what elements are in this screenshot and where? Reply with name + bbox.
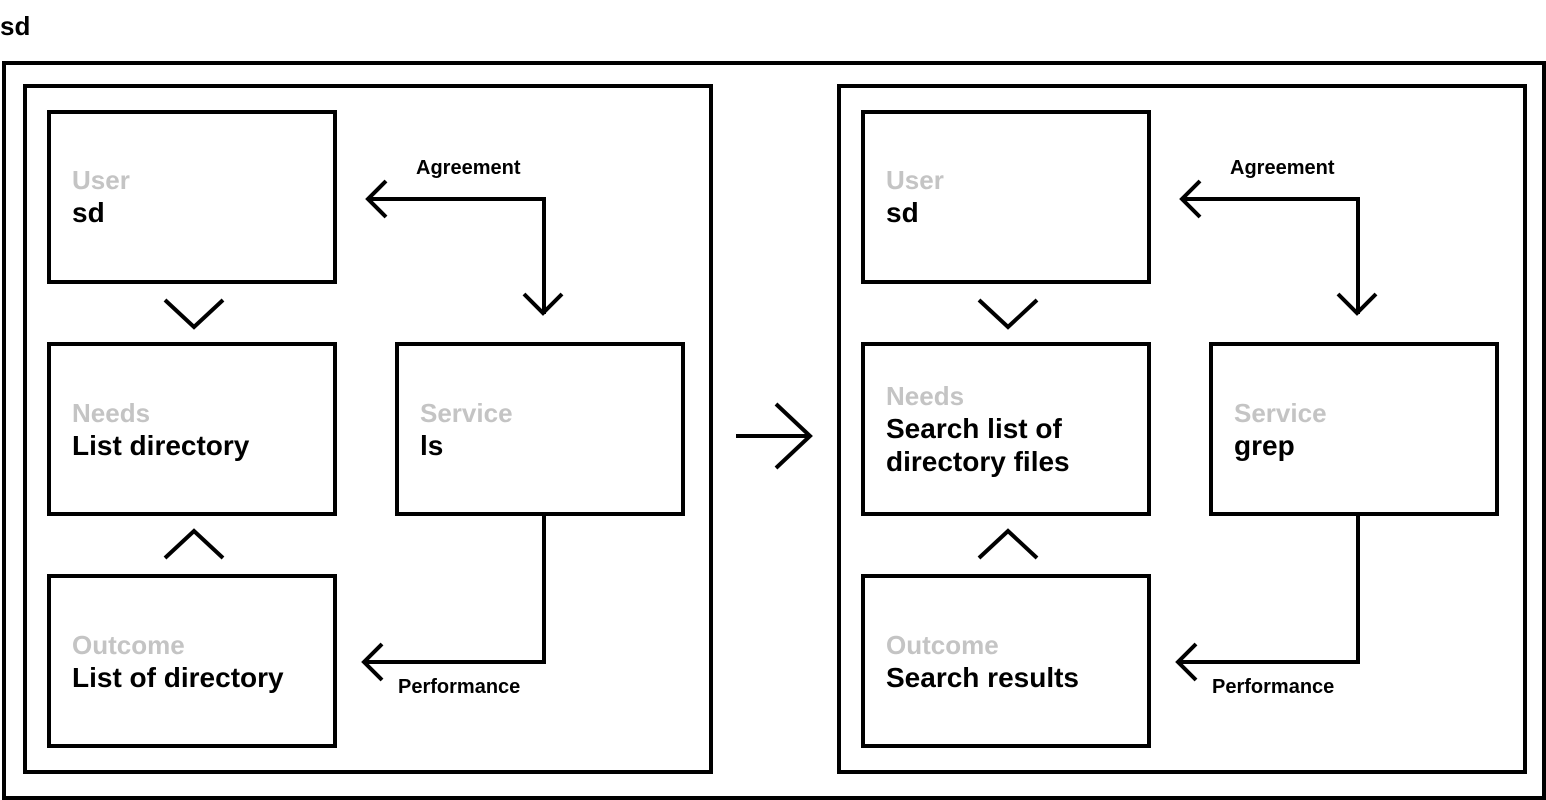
- performance-connector: [1177, 515, 1360, 664]
- outcome-value: List of directory: [72, 661, 284, 693]
- agreement-connector: [1181, 197, 1360, 314]
- service-node: Service ls: [395, 342, 685, 516]
- service-node: Service grep: [1209, 342, 1499, 516]
- panel-right: User sd Needs Search list of directory f…: [837, 84, 1527, 774]
- page-title: sd: [0, 11, 31, 41]
- user-node: User sd: [861, 110, 1151, 284]
- outcome-label: Outcome: [886, 629, 999, 660]
- needs-node: Needs Search list of directory files: [861, 342, 1151, 516]
- service-label: Service: [420, 397, 513, 428]
- needs-value: List directory: [72, 429, 250, 461]
- service-value: ls: [420, 429, 444, 461]
- outcome-label: Outcome: [72, 629, 185, 660]
- needs-label: Needs: [886, 381, 965, 411]
- needs-value: Search list of directory files: [886, 413, 1070, 477]
- user-label: User: [886, 165, 944, 195]
- agreement-label: Agreement: [416, 157, 521, 179]
- right-arrow-icon: [736, 402, 813, 470]
- needs-label: Needs: [72, 397, 151, 428]
- outcome-node: Outcome List of directory: [47, 574, 337, 748]
- agreement-label: Agreement: [1230, 157, 1335, 179]
- agreement-connector: [367, 197, 546, 314]
- user-value: sd: [72, 197, 105, 228]
- service-value: grep: [1234, 429, 1295, 461]
- user-label: User: [72, 165, 130, 195]
- panel-left: User sd Needs List directory Service ls …: [23, 84, 713, 774]
- needs-node: Needs List directory: [47, 342, 337, 516]
- user-node: User sd: [47, 110, 337, 284]
- outcome-to-needs-chevron: [163, 528, 225, 560]
- user-to-needs-chevron: [163, 298, 225, 330]
- user-value: sd: [886, 197, 919, 228]
- performance-label: Performance: [1212, 676, 1335, 698]
- performance-connector: [363, 515, 546, 664]
- user-to-needs-chevron: [977, 298, 1039, 330]
- outcome-node: Outcome Search results: [861, 574, 1151, 748]
- outcome-to-needs-chevron: [977, 528, 1039, 560]
- outcome-value: Search results: [886, 661, 1079, 693]
- performance-label: Performance: [398, 676, 521, 698]
- service-label: Service: [1234, 397, 1327, 428]
